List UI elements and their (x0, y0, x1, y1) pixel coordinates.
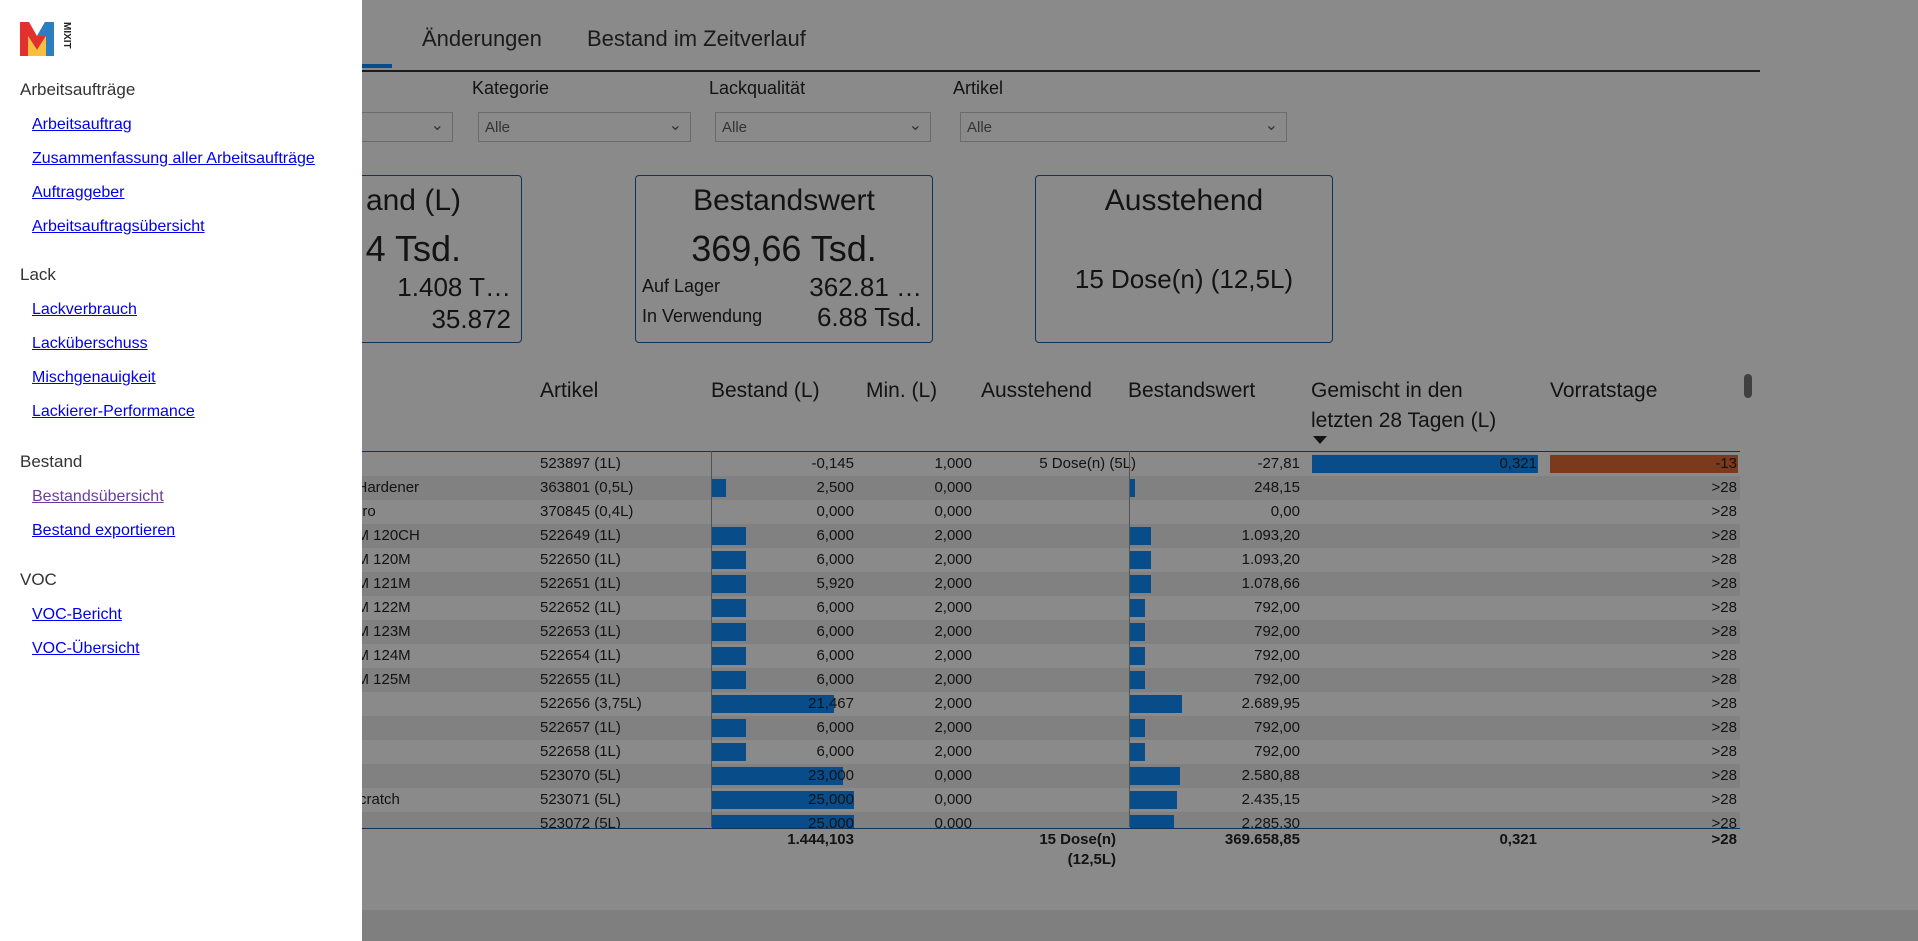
logo-text: MIXIT (61, 22, 72, 49)
mixit-logo: MIXIT (20, 20, 74, 56)
nav-link[interactable]: Arbeitsauftrag (32, 116, 132, 134)
nav-link[interactable]: VOC-Bericht (32, 606, 122, 624)
nav-link[interactable]: VOC-Übersicht (32, 640, 140, 658)
nav-section-title: Lack (20, 265, 56, 284)
navigation-panel: MIXIT Arbeitsaufträge Arbeitsauftrag Zusam… (0, 0, 362, 941)
nav-link[interactable]: Arbeitsauftragsübersicht (32, 218, 205, 236)
nav-section-title: Bestand (20, 452, 83, 471)
nav-link[interactable]: Lackierer-Performance (32, 403, 195, 421)
nav-section-title: Arbeitsaufträge (20, 80, 136, 99)
nav-link[interactable]: Lacküberschuss (32, 335, 148, 353)
nav-section-title: VOC (20, 570, 57, 589)
nav-link[interactable]: Lackverbrauch (32, 301, 137, 319)
nav-link[interactable]: Bestandsübersicht (32, 488, 164, 506)
nav-link[interactable]: Bestand exportieren (32, 522, 175, 540)
nav-link[interactable]: Zusammenfassung aller Arbeitsaufträge (32, 150, 315, 168)
nav-link[interactable]: Auftraggeber (32, 184, 125, 202)
nav-link[interactable]: Mischgenauigkeit (32, 369, 156, 387)
